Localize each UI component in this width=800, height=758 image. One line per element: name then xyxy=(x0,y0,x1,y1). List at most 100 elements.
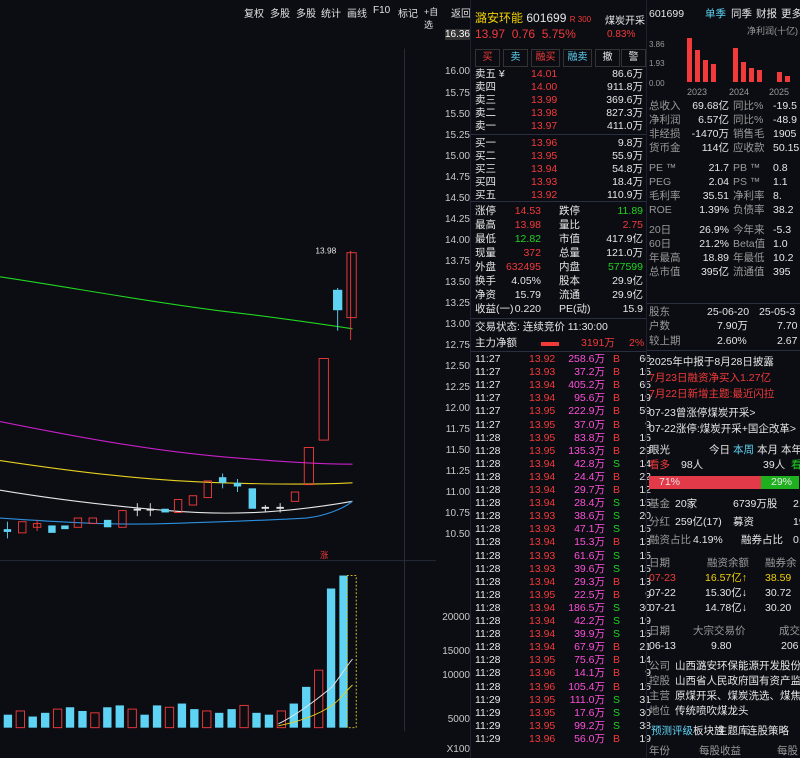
bids-label: 买三 xyxy=(475,163,496,175)
tick-row: 11:27 13.93 37.2万 B 15 xyxy=(471,366,651,379)
sector-name[interactable]: 煤炭开采 xyxy=(605,12,645,27)
fin-label: PS ™ xyxy=(733,176,761,188)
toolbar-duogu[interactable]: 多股 xyxy=(296,5,316,20)
fin-value: 395 xyxy=(773,266,791,278)
info-panel: 601699 单季 同季 财报 更多 净利润(十亿) 3.86 1.93 0.0… xyxy=(646,0,800,758)
fin-value: 21.7 xyxy=(708,162,729,174)
tick-volume: 15.3万 xyxy=(574,536,605,549)
buy-button[interactable]: 买 xyxy=(475,49,500,67)
tick-price: 13.93 xyxy=(529,366,556,379)
tick-volume: 22.5万 xyxy=(574,588,605,601)
tick-row: 11:28 13.95 83.8万 B 15 xyxy=(471,431,651,445)
tab-single-quarter[interactable]: 单季 xyxy=(705,8,726,21)
tick-row: 11:28 13.95 22.5万 B 9 xyxy=(471,588,651,602)
bottom-link[interactable]: 连股策略 xyxy=(747,725,789,738)
fin-label: 总收入 xyxy=(649,100,681,112)
fund-val: 0.01 xyxy=(793,534,800,546)
margin-sell-button[interactable]: 融卖 xyxy=(563,49,592,67)
tick-time: 11:28 xyxy=(475,536,501,549)
margin-hdr: 日期 xyxy=(649,557,670,569)
alert-button[interactable]: 警 xyxy=(621,49,646,67)
tick-time: 11:28 xyxy=(475,497,501,510)
volume-bar xyxy=(52,708,63,729)
chart-toolbar: 复权 多股 多股 统计 画线 F10 标记 +自选 xyxy=(0,0,440,30)
fin-row: 净利润 6.57亿 同比% -48.9 xyxy=(649,114,800,127)
tick-price: 13.94 xyxy=(529,628,556,641)
volume-bar xyxy=(103,707,112,728)
tick-price: 13.94 xyxy=(529,497,556,510)
ma-line-magenta xyxy=(0,420,353,465)
tick-row: 11:28 13.94 186.5万 S 30 xyxy=(471,602,651,615)
toolbar-huaxian[interactable]: 画线 xyxy=(347,5,367,20)
stat-value: 29.9亿 xyxy=(612,275,643,287)
tick-side: B xyxy=(613,431,621,444)
tab-report[interactable]: 财报 xyxy=(756,8,777,21)
toolbar-tongji[interactable]: 统计 xyxy=(321,5,341,20)
tick-price: 13.95 xyxy=(529,706,556,719)
sell-button[interactable]: 卖 xyxy=(503,49,528,67)
toolbar-biaoji[interactable]: 标记 xyxy=(398,5,418,20)
volume-bar xyxy=(140,714,149,728)
sentiment-period-tab[interactable]: 本年 xyxy=(781,444,800,457)
tick-row: 11:27 13.94 95.6万 B 19 xyxy=(471,392,651,405)
fin-label: 流通值 xyxy=(733,266,765,278)
fund-val: 募资 xyxy=(733,516,754,528)
sentiment-tab[interactable]: 眼光 xyxy=(649,444,670,457)
kline-chart[interactable]: 13.98 涨 xyxy=(0,22,436,758)
margin-row: 07-22 15.30亿↓ 30.72 xyxy=(649,587,800,600)
volume-bar xyxy=(339,575,348,728)
sentiment-period-tab[interactable]: 今日 xyxy=(709,444,730,457)
fin-value: 1.1 xyxy=(773,176,788,188)
tick-time: 11:27 xyxy=(475,392,501,405)
tick-row: 11:27 13.95 222.9万 B 59 xyxy=(471,405,651,418)
stat-value: 13.98 xyxy=(514,219,541,231)
fin-row: 货币金 114亿 应收款 50.15 xyxy=(649,142,800,155)
asks-row: 卖二 13.98 827.3万 xyxy=(471,107,647,120)
volume-bar xyxy=(65,707,75,728)
vol-current-bar xyxy=(346,575,357,729)
news-item[interactable]: 7月22日新增主题:最近闪拉 xyxy=(649,388,774,401)
news-item[interactable]: 07-23曾涨停煤炭开采> xyxy=(649,407,756,420)
news-item[interactable]: 07-22涨停:煤炭开采+国企改革> xyxy=(649,423,796,436)
volume-bar xyxy=(252,712,261,728)
fin-value: 21.2% xyxy=(699,238,729,250)
stat-row: 涨停 14.53 跌停 11.89 xyxy=(471,205,647,218)
fin-row: PEG 2.04 PS ™ 1.1 xyxy=(649,176,800,189)
tick-side: B xyxy=(613,654,621,667)
tick-row: 11:29 13.95 99.2万 S 38 xyxy=(471,720,651,733)
news-item[interactable]: 7月23日融资净买入1.27亿 xyxy=(649,372,771,385)
toolbar-f10[interactable]: F10 xyxy=(373,5,390,16)
bottom-link[interactable]: 预测评级 xyxy=(651,725,693,738)
tab-more[interactable]: 更多 xyxy=(781,8,800,21)
price-tick-label: 10.75 xyxy=(444,508,470,519)
cancel-order-button[interactable]: 撤 xyxy=(595,49,620,67)
candles xyxy=(3,250,357,539)
bear-label: 看 xyxy=(791,459,800,472)
tick-side: B xyxy=(613,444,621,457)
margin-buy-button[interactable]: 融买 xyxy=(531,49,560,67)
profile-label: 主营 xyxy=(649,690,670,702)
tick-volume: 39.9万 xyxy=(574,628,605,641)
stat-label: 收益(一) xyxy=(475,303,514,315)
sentiment-period-tab[interactable]: 本周 xyxy=(733,444,754,457)
tick-volume: 135.3万 xyxy=(568,444,605,457)
bull-label: 看多 xyxy=(649,459,670,471)
limit-up-mark: 涨 xyxy=(320,550,329,560)
tick-time: 11:27 xyxy=(475,366,501,379)
tick-volume: 29.3万 xyxy=(574,575,605,588)
tick-row: 11:28 13.93 38.6万 S 20 xyxy=(471,510,651,523)
toolbar-back[interactable]: 返回 xyxy=(451,5,471,20)
fin-label: 毛利率 xyxy=(649,190,681,202)
stat-value: 577599 xyxy=(607,261,643,273)
bottom-link[interactable]: 主题库 xyxy=(717,725,749,738)
tick-time: 11:28 xyxy=(475,510,501,523)
sentiment-period-tab[interactable]: 本月 xyxy=(757,444,778,457)
volume-bar xyxy=(202,710,212,729)
toolbar-fuquan[interactable]: 复权 xyxy=(244,5,264,20)
news-item[interactable]: 2025年中报于8月28日披露 xyxy=(649,356,774,369)
fin-value: 69.68亿 xyxy=(692,100,729,112)
stock-name: 潞安环能 601699 R 300 xyxy=(475,11,592,25)
price-tick-label: 11.25 xyxy=(445,466,470,477)
toolbar-diejia[interactable]: 多股 xyxy=(270,5,290,20)
tab-same-quarter[interactable]: 同季 xyxy=(731,8,752,21)
